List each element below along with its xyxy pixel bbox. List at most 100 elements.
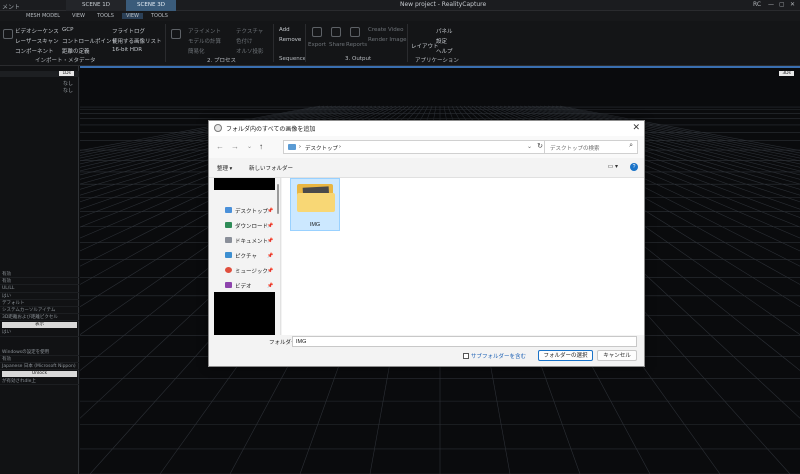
settings-list: 有効 有効 UL/LL はい デフォルト システムカーソルアイテム 3D距離およ… — [0, 271, 79, 386]
search-input[interactable]: デスクトップの検索 — [550, 144, 600, 152]
nav-item-downloads[interactable]: ダウンロード — [235, 222, 268, 230]
ribbon-share[interactable]: Share — [329, 42, 345, 48]
help-icon[interactable]: ? — [630, 163, 638, 171]
ribbon-gcp[interactable]: GCP — [62, 27, 73, 33]
forward-arrow-icon[interactable]: → — [231, 142, 239, 151]
menu-view-2[interactable]: VIEW — [122, 13, 143, 19]
ribbon-reports[interactable]: Reports — [346, 42, 367, 48]
ribbon-simplify[interactable]: 簡易化 — [188, 47, 205, 55]
export-icon[interactable] — [312, 27, 322, 37]
folder-field[interactable]: IMG — [292, 336, 637, 347]
ribbon-control-points[interactable]: コントロールポイント — [62, 37, 117, 45]
list-item: が有効されdle上 — [0, 378, 79, 386]
nav-item-pictures[interactable]: ピクチャ — [235, 252, 257, 260]
chevron-down-icon[interactable]: ⌄ — [247, 143, 252, 150]
maximize-button[interactable]: ▢ — [779, 1, 785, 8]
view-options-icon[interactable]: ▭ ▾ — [608, 163, 618, 170]
unlock-button[interactable]: Unlock — [2, 371, 77, 378]
list-item[interactable]: 有効 — [0, 278, 79, 286]
breadcrumb-separator[interactable]: › — [339, 144, 341, 150]
up-arrow-icon[interactable]: ↑ — [259, 142, 263, 151]
window-title: New project - RealityCapture — [400, 1, 487, 8]
ribbon-define-distance[interactable]: 距離の定義 — [62, 47, 90, 55]
start-icon[interactable] — [171, 29, 181, 39]
ribbon-16bit-hdr[interactable]: 16-bit HDR — [112, 47, 142, 53]
close-window-button[interactable]: ✕ — [790, 1, 795, 8]
nav-item-desktop[interactable]: デスクトップ — [235, 207, 268, 215]
menu-view[interactable]: VIEW — [72, 13, 85, 19]
nav-item-documents[interactable]: ドキュメント — [235, 237, 268, 245]
navigation-pane: デスクトップ 📌 ダウンロード 📌 ドキュメント 📌 ピクチャ 📌 ミュージック… — [209, 178, 281, 335]
ribbon-settings[interactable]: 設定 — [436, 37, 447, 45]
list-item[interactable]: Windowsの設定を使用 — [0, 349, 79, 356]
viewport-badge[interactable]: 3Ds — [779, 71, 794, 76]
list-item[interactable]: 有効 — [0, 356, 79, 363]
tab-scene-1d[interactable]: SCENE 1D — [66, 0, 126, 11]
list-item[interactable]: デフォルト — [0, 300, 79, 307]
ribbon-toolbar: ビデオシーケンス レーザースキャン コンポーネント GCP コントロールポイント… — [0, 21, 800, 66]
refresh-icon[interactable]: ↻ — [537, 142, 543, 150]
cancel-button[interactable]: キャンセル — [597, 350, 637, 361]
breadcrumb-desktop[interactable]: デスクトップ — [305, 144, 338, 152]
import-icon[interactable] — [3, 29, 13, 39]
language-select[interactable]: Japanese 日本 (Microsoft Nippon) — [0, 363, 79, 371]
ribbon-calculate-model[interactable]: モデルの計算 — [188, 37, 221, 45]
ribbon-component[interactable]: コンポーネント — [15, 47, 54, 55]
ribbon-add[interactable]: Add — [279, 27, 290, 33]
ribbon-video-sequence[interactable]: ビデオシーケンス — [15, 27, 59, 35]
list-item[interactable]: システムカーソルアイテム — [0, 307, 79, 315]
select-folder-button[interactable]: フォルダーの選択 — [538, 350, 593, 361]
ribbon-alignment[interactable]: アライメント — [188, 27, 221, 35]
scrollbar[interactable] — [277, 184, 279, 214]
address-bar[interactable]: › デスクトップ › ⌄ ↻ — [283, 140, 547, 154]
pin-icon: 📌 — [267, 223, 274, 229]
user-avatar[interactable]: RC — [753, 1, 761, 8]
folder-field-value[interactable]: IMG — [296, 339, 306, 345]
ribbon-colorize[interactable]: 色付け — [236, 37, 253, 45]
ribbon-laser-scan[interactable]: レーザースキャン — [15, 37, 59, 45]
list-item[interactable]: はい — [0, 329, 79, 337]
ribbon-layout[interactable]: レイアウト — [411, 42, 439, 50]
tab-scene-3d[interactable]: SCENE 3D — [126, 0, 176, 11]
desktop-folder-icon — [288, 144, 296, 150]
folder-item-img[interactable]: IMG — [290, 178, 340, 231]
ribbon-render-image[interactable]: Render Image — [368, 37, 407, 43]
back-arrow-icon[interactable]: ← — [216, 142, 224, 151]
search-box[interactable]: デスクトップの検索 ⌕ — [544, 140, 638, 154]
ribbon-create-video[interactable]: Create Video — [368, 27, 403, 33]
list-item[interactable]: UL/LL — [0, 285, 79, 293]
menu-tools-2[interactable]: TOOLS — [151, 13, 168, 19]
app-icon — [214, 124, 222, 132]
new-folder-button[interactable]: 新しいフォルダー — [249, 164, 293, 172]
close-icon[interactable]: ✕ — [632, 122, 640, 133]
chevron-down-icon[interactable]: ⌄ — [527, 143, 532, 150]
ribbon-panel[interactable]: パネル — [436, 27, 453, 35]
list-item[interactable]: 3D距離および距離ピクセル — [0, 314, 79, 322]
ribbon-flight-log[interactable]: フライトログ — [112, 27, 145, 35]
show-button[interactable]: 表示 — [2, 322, 77, 329]
share-icon[interactable] — [331, 27, 341, 37]
minimize-button[interactable]: — — [768, 1, 774, 8]
ribbon-help[interactable]: ヘルプ — [436, 47, 453, 55]
include-subfolders-checkbox[interactable] — [463, 353, 469, 359]
ribbon-image-list[interactable]: 使用する画像リスト — [112, 37, 162, 45]
organize-button[interactable]: 整理 ▾ — [217, 164, 232, 172]
dialog-footer: フォルダー: IMG サブフォルダーを含む フォルダーの選択 キャンセル — [209, 335, 644, 366]
ribbon-remove[interactable]: Remove — [279, 37, 301, 43]
nav-item-videos[interactable]: ビデオ — [235, 282, 252, 290]
desktop-icon — [225, 207, 232, 213]
list-item[interactable]: 有効 — [0, 271, 79, 279]
panel-badge[interactable]: 1Ds — [59, 71, 74, 76]
nav-item-music[interactable]: ミュージック — [235, 267, 268, 275]
reports-icon[interactable] — [350, 27, 360, 37]
list-item[interactable]: はい — [0, 293, 79, 300]
videos-icon — [225, 282, 232, 288]
ribbon-texture[interactable]: テクスチャ — [236, 27, 263, 35]
folder-icon-front — [297, 193, 335, 212]
ribbon-ortho-projection[interactable]: オルソ投影 — [236, 47, 264, 55]
include-subfolders-label[interactable]: サブフォルダーを含む — [471, 352, 526, 360]
menu-mesh-model[interactable]: MESH MODEL — [26, 13, 60, 19]
menu-tools[interactable]: TOOLS — [97, 13, 114, 19]
group-application: アプリケーション — [415, 58, 459, 64]
ribbon-export[interactable]: Export — [308, 42, 326, 48]
